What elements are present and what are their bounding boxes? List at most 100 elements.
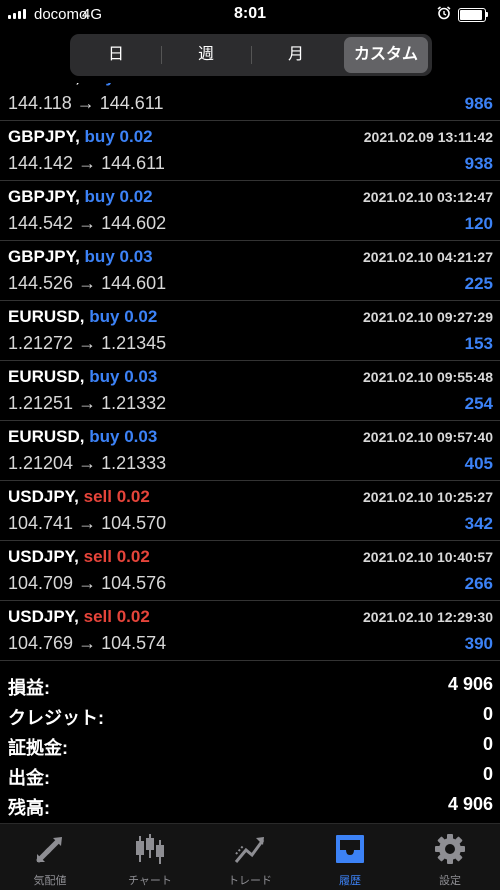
summary-label: 残高: (8, 798, 50, 818)
trade-prices: 144.142 → 144.611 (8, 153, 165, 174)
summary-label: 損益: (8, 678, 50, 698)
trade-row[interactable]: USDJPY, sell 0.02 2021.02.10 10:25:27 104.… (0, 480, 500, 541)
summary-row: 出金: 0 (0, 760, 500, 789)
summary-value: 0 (482, 734, 493, 754)
trade-profit: 153 (464, 334, 493, 353)
trade-side: buy 0.02 (85, 83, 153, 86)
lots-text: 0.02 (116, 607, 150, 626)
trade-side: buy 0.03 (89, 427, 157, 446)
trade-row[interactable]: GBPJPY, buy 0.03 2021.02.10 04:21:27 144.5… (0, 240, 500, 301)
trade-row[interactable]: EURUSD, buy 0.03 2021.02.10 09:55:48 1.212… (0, 360, 500, 421)
tab-history-label: 履歴 (339, 875, 361, 887)
lots-text: 0.02 (116, 547, 150, 566)
trade-symbol: GBPJPY, buy 0.02 (8, 83, 153, 87)
open-price: 144.118 (8, 93, 72, 113)
tab-history[interactable]: 履歴 (300, 824, 400, 890)
tab-trade[interactable]: トレード (200, 824, 300, 890)
lots-text: 0.02 (119, 187, 153, 206)
close-price: 144.611 (99, 93, 164, 113)
period-segmented-control: 日 週 月 カスタム (70, 34, 432, 76)
trade-datetime: 2021.02.10 10:40:57 (363, 549, 493, 565)
trade-datetime: 2021.02.10 12:29:30 (363, 609, 493, 625)
symbol-text: GBPJPY, (8, 127, 80, 146)
trade-side: buy 0.02 (85, 127, 153, 146)
tab-day[interactable]: 日 (74, 37, 158, 73)
trade-profit: 390 (464, 634, 493, 653)
trade-profit: 405 (464, 454, 493, 473)
trade-history-list[interactable]: GBPJPY, buy 0.02 144.118 → 144.611 986 GBPJ… (0, 83, 500, 668)
side-text: buy (89, 367, 120, 386)
trade-datetime: 2021.02.09 13:11:42 (363, 129, 493, 145)
arrow-icon: → (78, 333, 97, 353)
tab-trade-label: トレード (228, 875, 272, 887)
lots-text: 0.02 (124, 307, 158, 326)
summary-row: クレジット: 0 (0, 700, 500, 729)
bottom-tab-bar: 気配値 チャート トレード 履歴 設定 (0, 823, 500, 890)
summary-label: 証拠金: (8, 738, 68, 758)
symbol-text: GBPJPY, (8, 187, 80, 206)
open-price: 104.741 (8, 513, 74, 533)
open-price: 1.21251 (8, 393, 74, 413)
symbol-text: EURUSD, (8, 427, 85, 446)
trade-prices: 104.769 → 104.574 (8, 633, 166, 654)
trade-profit: 986 (464, 94, 493, 113)
trade-row[interactable]: EURUSD, buy 0.03 2021.02.10 09:57:40 1.212… (0, 420, 500, 481)
trade-profit: 120 (464, 214, 493, 233)
symbol-text: EURUSD, (8, 307, 85, 326)
candlestick-chart-icon (136, 834, 164, 864)
open-price: 144.542 (8, 213, 74, 233)
trade-profit: 266 (464, 574, 493, 593)
trade-row[interactable]: USDJPY, sell 0.02 2021.02.10 10:40:57 104.… (0, 540, 500, 601)
lots-text: 0.03 (124, 367, 158, 386)
trade-side: buy 0.02 (85, 187, 153, 206)
side-text: sell (83, 607, 112, 626)
trade-side: sell 0.02 (84, 547, 150, 566)
close-price: 1.21345 (101, 333, 167, 353)
status-bar: docomo 4G 8:01 (0, 0, 500, 30)
trade-side: sell 0.02 (84, 607, 150, 626)
trade-profit: 254 (464, 394, 493, 413)
trade-row[interactable]: GBPJPY, buy 0.02 2021.02.09 13:11:42 144.1… (0, 120, 500, 181)
open-price: 144.526 (8, 273, 74, 293)
arrow-icon: → (78, 213, 97, 233)
tab-month[interactable]: 月 (254, 37, 338, 73)
trade-profit: 225 (464, 274, 493, 293)
clock: 8:01 (233, 5, 267, 22)
symbol-text: USDJPY, (8, 547, 79, 566)
summary-row: 証拠金: 0 (0, 730, 500, 759)
arrow-icon: → (78, 453, 97, 473)
trade-symbol: GBPJPY, buy 0.02 (8, 127, 153, 147)
summary-label: 出金: (8, 768, 50, 788)
symbol-text: GBPJPY, (8, 83, 80, 86)
battery-cap (486, 12, 488, 17)
trade-symbol: USDJPY, sell 0.02 (8, 547, 150, 567)
tab-chart[interactable]: チャート (100, 824, 200, 890)
trade-row[interactable]: USDJPY, sell 0.02 2021.02.10 12:29:30 104.… (0, 600, 500, 661)
divider (251, 46, 252, 64)
trade-datetime: 2021.02.10 04:21:27 (363, 249, 493, 265)
trade-row[interactable]: GBPJPY, buy 0.02 144.118 → 144.611 986 (0, 83, 500, 121)
tab-week[interactable]: 週 (164, 37, 248, 73)
trade-datetime: 2021.02.10 09:57:40 (363, 429, 493, 445)
side-text: buy (84, 127, 115, 146)
tab-custom[interactable]: カスタム (344, 37, 428, 73)
trade-prices: 1.21251 → 1.21332 (8, 393, 166, 414)
trade-prices: 104.709 → 104.576 (8, 573, 166, 594)
trade-row[interactable]: EURUSD, buy 0.02 2021.02.10 09:27:29 1.212… (0, 300, 500, 361)
summary-label: クレジット: (8, 708, 104, 728)
battery-icon (458, 8, 486, 22)
trade-row[interactable]: GBPJPY, buy 0.02 2021.02.10 03:12:47 144.5… (0, 180, 500, 241)
tab-settings[interactable]: 設定 (400, 824, 500, 890)
tab-chart-label: チャート (128, 875, 172, 887)
trade-side: buy 0.03 (85, 247, 153, 266)
close-price: 1.21332 (101, 393, 167, 413)
summary-row: 損益: 4 906 (0, 670, 500, 699)
trade-prices: 1.21204 → 1.21333 (8, 453, 166, 474)
trade-prices: 144.526 → 144.601 (8, 273, 166, 294)
trade-side: buy 0.02 (89, 307, 157, 326)
side-text: buy (89, 307, 120, 326)
open-price: 1.21204 (8, 453, 74, 473)
tab-quotes[interactable]: 気配値 (0, 824, 100, 890)
close-price: 144.601 (101, 273, 167, 293)
symbol-text: GBPJPY, (8, 247, 80, 266)
